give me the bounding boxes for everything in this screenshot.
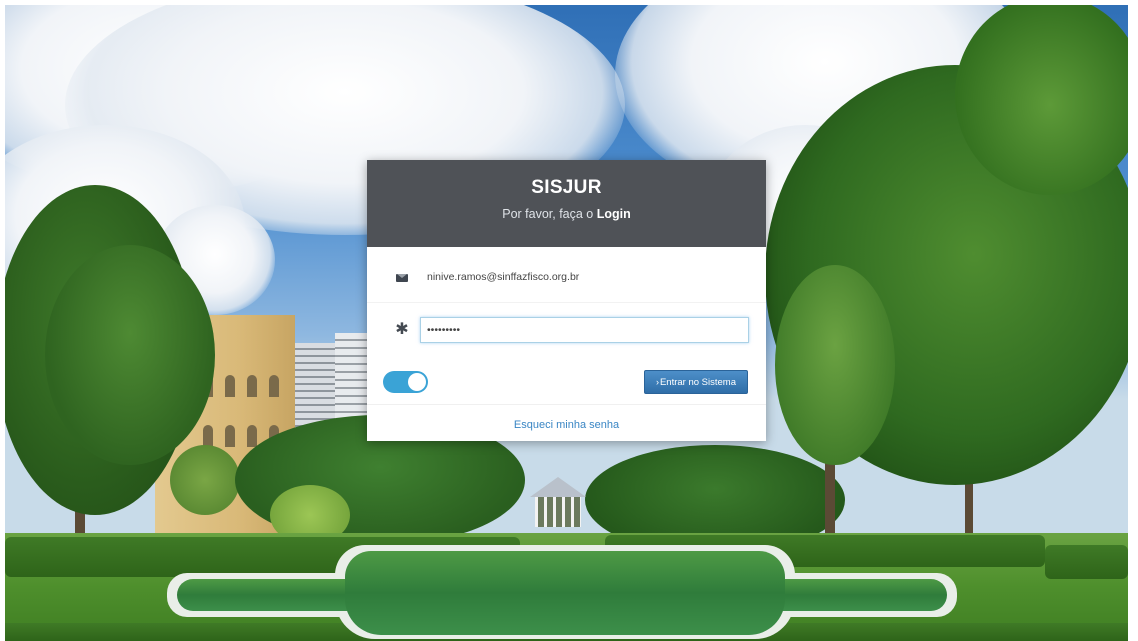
toggle-knob — [408, 373, 426, 391]
hedge — [1045, 545, 1128, 579]
login-button-label: Entrar no Sistema — [659, 377, 737, 388]
divider — [367, 302, 766, 303]
login-button[interactable]: ›Entrar no Sistema — [644, 370, 748, 394]
login-subtitle-emphasis: Login — [596, 207, 631, 221]
chevron-right-icon: › — [655, 377, 659, 387]
login-page: SISJUR Por favor, faça o Login ✱ ›Entrar… — [0, 0, 1138, 641]
gazebo — [535, 497, 581, 527]
gazebo-roof — [530, 477, 586, 497]
divider — [367, 404, 766, 405]
email-field[interactable] — [420, 264, 749, 290]
password-field[interactable] — [420, 317, 749, 343]
page-scrollbar — [1130, 0, 1138, 641]
forgot-password-link[interactable]: Esqueci minha senha — [367, 419, 766, 431]
tree — [45, 245, 215, 465]
password-row: ✱ — [367, 310, 766, 346]
tree — [775, 265, 895, 465]
asterisk-icon: ✱ — [395, 321, 409, 338]
tree — [170, 445, 240, 515]
app-title: SISJUR — [531, 177, 602, 198]
login-panel: SISJUR Por favor, faça o Login ✱ ›Entrar… — [367, 160, 766, 441]
login-subtitle-text: Por favor, faça o — [502, 207, 597, 221]
pool-water — [345, 551, 785, 635]
login-subtitle: Por favor, faça o Login — [367, 207, 766, 221]
login-header: SISJUR Por favor, faça o Login — [367, 160, 766, 247]
email-row — [367, 264, 766, 298]
remember-toggle[interactable] — [383, 371, 428, 393]
